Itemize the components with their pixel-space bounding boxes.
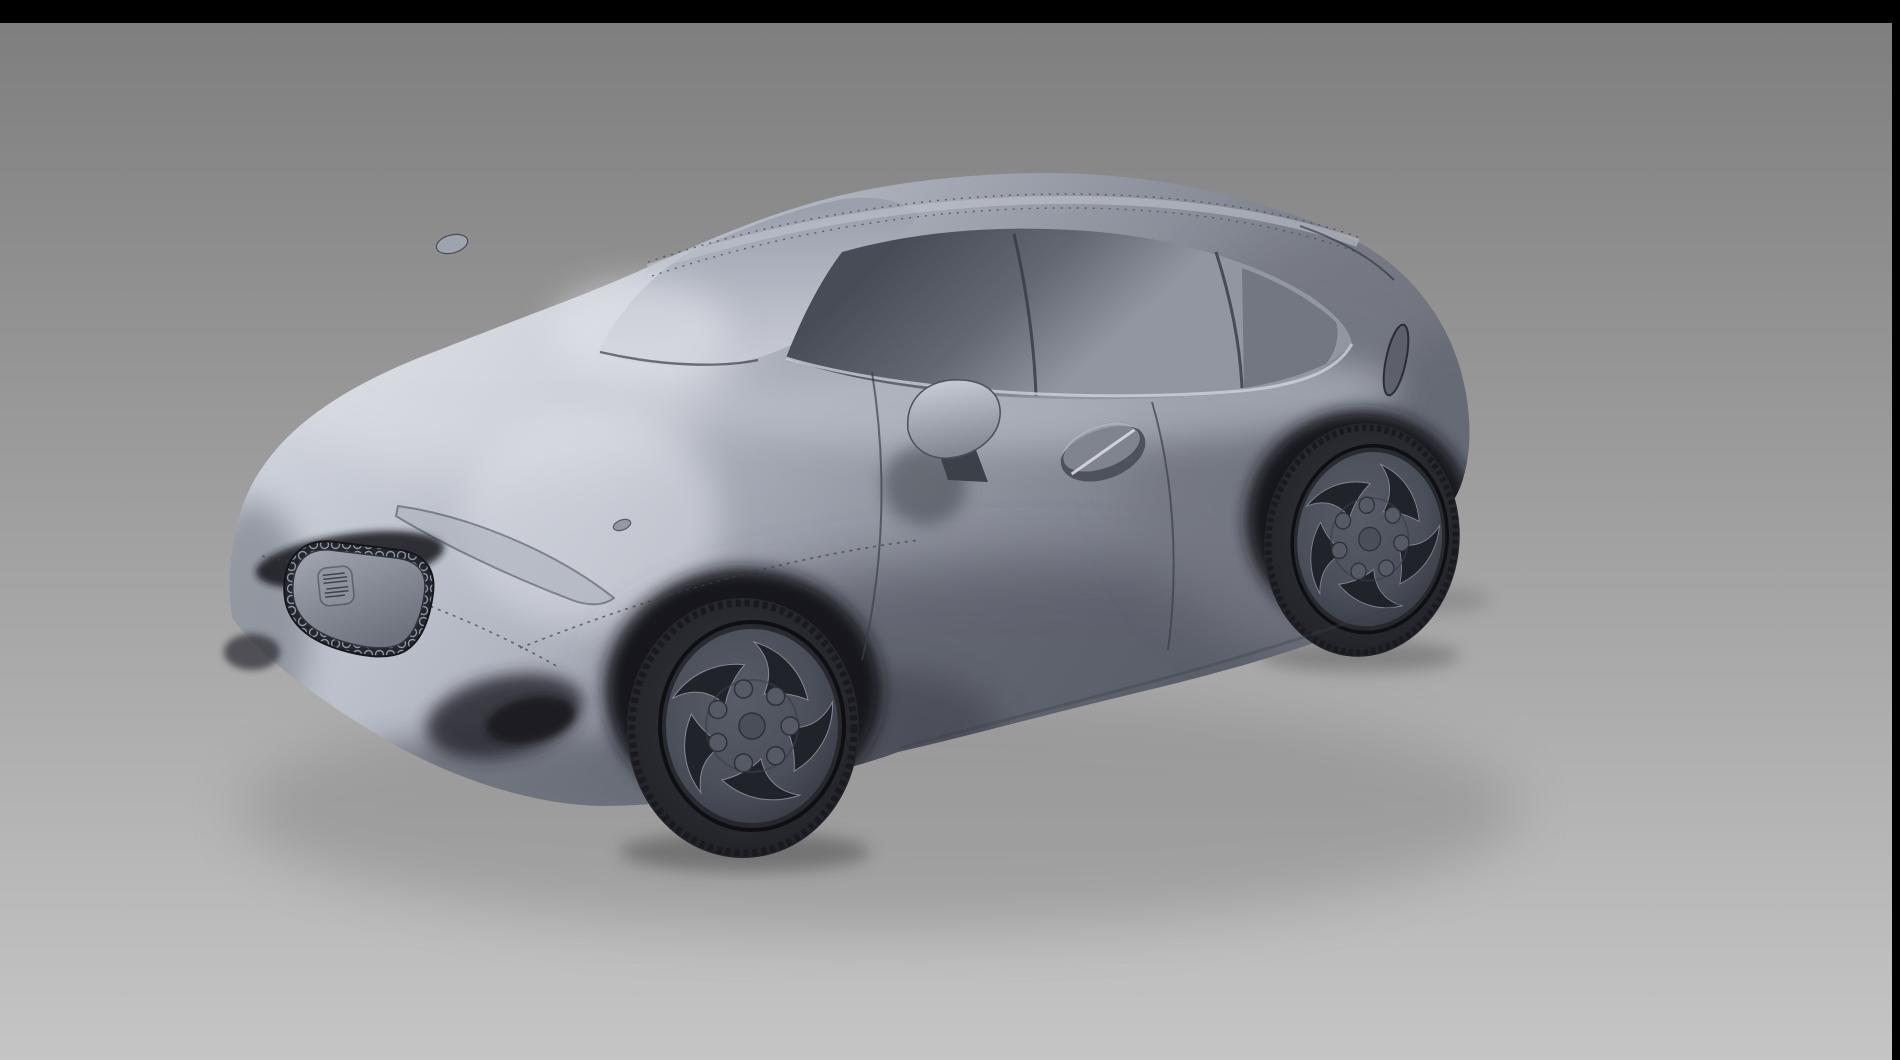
top-black-bar bbox=[0, 0, 1900, 23]
3d-viewport[interactable] bbox=[0, 0, 1900, 1060]
right-black-bar bbox=[1892, 0, 1900, 1060]
app-window bbox=[0, 0, 1900, 1060]
front-wheel bbox=[627, 598, 859, 858]
cowl-nub bbox=[434, 231, 470, 257]
seat-badge bbox=[317, 565, 355, 606]
left-bumper-recess bbox=[224, 634, 280, 670]
